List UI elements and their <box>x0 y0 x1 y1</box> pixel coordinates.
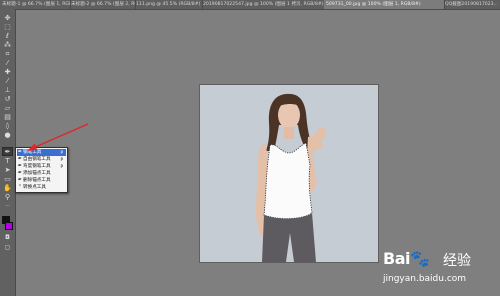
document-canvas[interactable]: ▪▪ <box>199 84 379 263</box>
baidu-jingyan-watermark: Bai🐾 经验 jingyan.baidu.com <box>383 239 500 296</box>
watermark-url: jingyan.baidu.com <box>383 274 467 284</box>
watermark-label: 经验 <box>443 253 471 269</box>
paw-icon: 🐾 <box>409 249 430 268</box>
model-photo <box>200 85 378 262</box>
baidu-logo: Bai🐾 <box>383 249 430 268</box>
